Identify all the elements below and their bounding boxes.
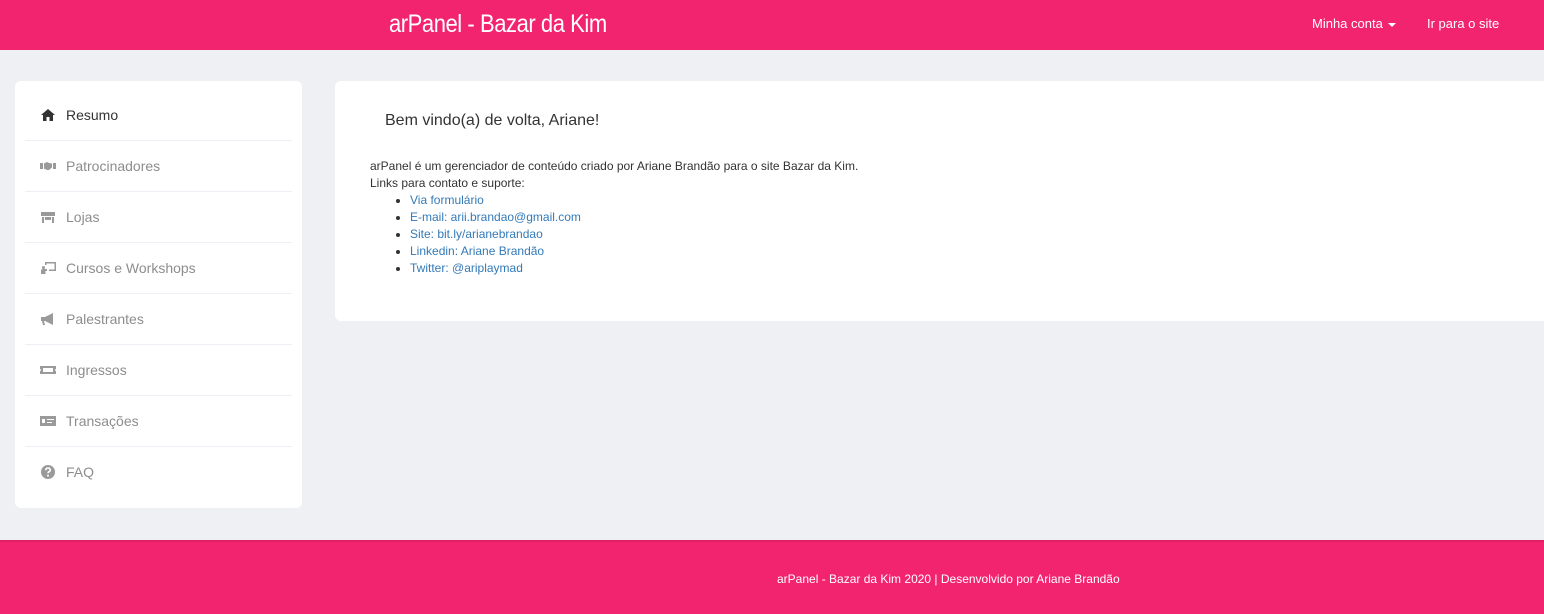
links-intro-text: Links para contato e suporte: [370, 176, 525, 190]
sidebar-item-label: Ingressos [66, 362, 127, 378]
top-navbar: arPanel - Bazar da Kim Minha conta Ir pa… [0, 0, 1544, 50]
list-item: Via formulário [410, 192, 858, 209]
sidebar-item-label: Cursos e Workshops [66, 260, 196, 276]
welcome-heading: Bem vindo(a) de volta, Ariane! [385, 112, 600, 129]
handshake-icon [40, 162, 56, 170]
sidebar-item-palestrantes[interactable]: Palestrantes [25, 294, 292, 345]
sidebar-item-lojas[interactable]: Lojas [25, 192, 292, 243]
twitter-link[interactable]: Twitter: @ariplaymad [410, 261, 523, 275]
sidebar-item-patrocinadores[interactable]: Patrocinadores [25, 141, 292, 192]
list-item: Linkedin: Ariane Brandão [410, 243, 858, 260]
sidebar-item-cursos[interactable]: Cursos e Workshops [25, 243, 292, 294]
sidebar-item-label: Palestrantes [66, 311, 144, 327]
store-icon [41, 212, 55, 223]
contact-links-list: Via formulário E-mail: arii.brandao@gmai… [370, 192, 858, 277]
ticket-icon [40, 366, 56, 374]
list-item: Twitter: @ariplaymad [410, 260, 858, 277]
sidebar-item-label: Lojas [66, 209, 100, 225]
welcome-panel: Bem vindo(a) de volta, Ariane! arPanel é… [335, 81, 1544, 321]
website-link[interactable]: Site: bit.ly/arianebrandao [410, 227, 543, 241]
money-check-icon [40, 416, 56, 426]
question-circle-icon [41, 465, 55, 479]
list-item: E-mail: arii.brandao@gmail.com [410, 209, 858, 226]
contact-form-link[interactable]: Via formulário [410, 193, 484, 207]
sidebar-item-faq[interactable]: FAQ [25, 447, 292, 498]
intro-text: arPanel é um gerenciador de conteúdo cri… [370, 158, 858, 277]
email-link[interactable]: E-mail: arii.brandao@gmail.com [410, 210, 581, 224]
sidebar-item-label: FAQ [66, 464, 95, 480]
sidebar-item-label: Resumo [66, 107, 119, 123]
brand-title[interactable]: arPanel - Bazar da Kim [389, 10, 607, 39]
description-text: arPanel é um gerenciador de conteúdo cri… [370, 159, 859, 173]
footer: arPanel - Bazar da Kim 2020 | Desenvolvi… [0, 540, 1544, 614]
sidebar-item-label: Transações [66, 413, 139, 429]
go-to-site-link[interactable]: Ir para o site [1427, 16, 1499, 31]
caret-down-icon [1387, 22, 1396, 27]
linkedin-link[interactable]: Linkedin: Ariane Brandão [410, 244, 544, 258]
sidebar-item-resumo[interactable]: Resumo [25, 90, 292, 141]
footer-text: arPanel - Bazar da Kim 2020 | Desenvolvi… [777, 572, 1120, 586]
home-icon [41, 109, 55, 121]
chalkboard-teacher-icon [41, 262, 56, 274]
sidebar-item-label: Patrocinadores [66, 158, 161, 174]
megaphone-icon [41, 313, 53, 325]
account-menu-label: Minha conta [1312, 16, 1383, 31]
list-item: Site: bit.ly/arianebrandao [410, 226, 858, 243]
account-menu-button[interactable]: Minha conta [1312, 16, 1396, 31]
sidebar-item-ingressos[interactable]: Ingressos [25, 345, 292, 396]
sidebar-menu: Resumo Patrocinadores Lojas Cursos e Wor… [15, 81, 302, 508]
sidebar-item-transacoes[interactable]: Transações [25, 396, 292, 447]
